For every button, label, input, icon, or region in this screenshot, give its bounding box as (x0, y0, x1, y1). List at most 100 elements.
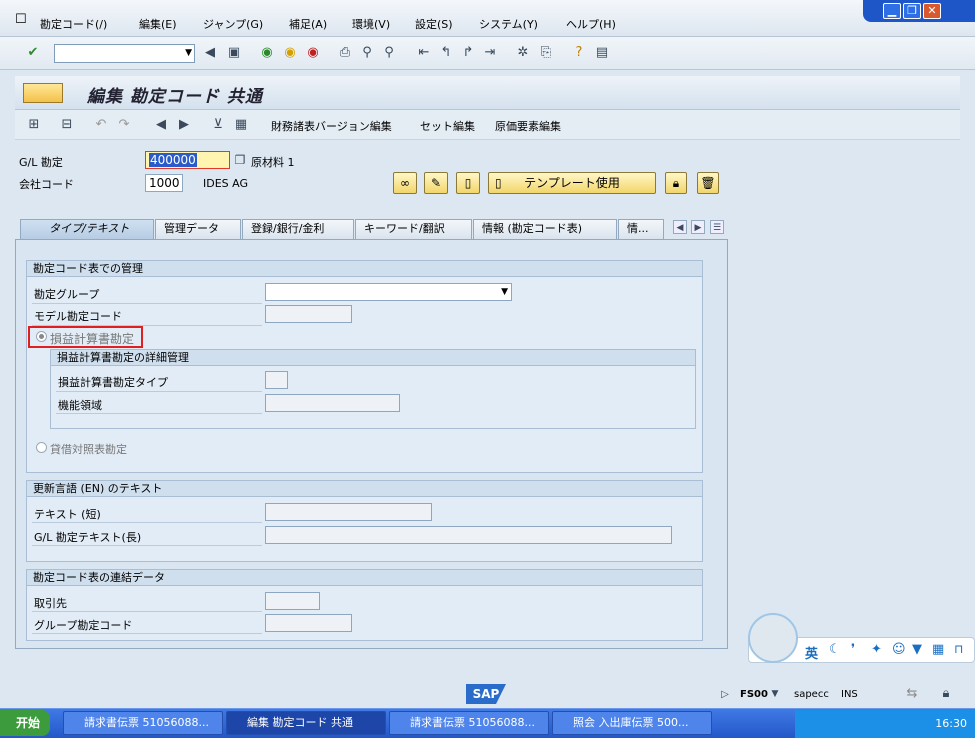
lock-icon[interactable]: ⊓ (954, 642, 963, 656)
balance-sheet-radio[interactable] (36, 442, 47, 453)
close-icon[interactable]: ✕ (923, 3, 941, 19)
status-resize-icon[interactable]: ⇆ (903, 685, 921, 703)
menu-environment[interactable]: 環境(V) (352, 16, 390, 32)
tab-more[interactable]: 情... (618, 219, 664, 239)
start-button[interactable]: 开始 (0, 710, 50, 736)
tab-list-icon[interactable]: ☰ (710, 220, 724, 234)
new-session-icon[interactable]: ✲ (514, 44, 532, 62)
next-icon[interactable]: ▶ (175, 116, 193, 134)
set-edit-button[interactable]: セット編集 (420, 118, 475, 134)
pl-statement-radio[interactable] (36, 331, 47, 342)
edit-pencil-button[interactable]: ✎ (424, 172, 448, 194)
window-menu-icon[interactable]: ☐ (15, 12, 27, 27)
save-icon[interactable]: ▣ (225, 44, 243, 62)
back-icon[interactable]: ◉ (258, 44, 276, 62)
ime-mascot-icon[interactable] (748, 613, 798, 663)
taskbar-item-invoice-2[interactable]: 請求書伝票 51056088... (389, 711, 549, 735)
print-icon[interactable]: ⎙ (336, 44, 354, 62)
restore-icon[interactable]: ❐ (903, 3, 921, 19)
smile-icon[interactable]: ☺ (892, 642, 906, 657)
taskbar-item-invoice-1[interactable]: 請求書伝票 51056088... (63, 711, 223, 735)
document-icon[interactable]: ▦ (232, 116, 250, 134)
shirt-icon[interactable]: ▼ (912, 642, 922, 657)
menu-settings[interactable]: 設定(S) (415, 16, 453, 32)
cancel-icon[interactable]: ◉ (304, 44, 322, 62)
tab-scroll-left-icon[interactable]: ◀ (673, 220, 687, 234)
template-button[interactable]: ▯ テンプレート使用 (488, 172, 656, 194)
texts-title: 更新言語 (EN) のテキスト (27, 481, 702, 497)
grid-icon[interactable]: ▦ (932, 642, 944, 657)
menu-help[interactable]: ヘルプ(H) (566, 16, 616, 32)
pl-statement-label: 損益計算書勘定 (50, 332, 135, 346)
punctuation-icon[interactable]: ❜ (851, 642, 855, 657)
tab-control-data[interactable]: 管理データ (155, 219, 241, 239)
command-field[interactable]: ▼ (54, 44, 195, 63)
create-button[interactable]: ▯ (456, 172, 480, 194)
minimize-icon[interactable]: ▁ (883, 3, 901, 19)
group-account-input[interactable] (265, 614, 352, 632)
tab-bank-interest[interactable]: 登録/銀行/金利 (242, 219, 354, 239)
long-text-input[interactable] (265, 526, 672, 544)
prev-page-icon[interactable]: ↰ (437, 44, 455, 62)
help-icon[interactable]: ? (570, 44, 588, 62)
structure-icon[interactable]: ⊟ (58, 116, 76, 134)
find-icon[interactable]: ⚲ (358, 44, 376, 62)
menu-goto[interactable]: ジャンプ(G) (203, 16, 263, 32)
delete-button[interactable]: 🗑︎ (697, 172, 719, 194)
divider (32, 633, 262, 634)
tab-information[interactable]: 情報 (勘定コード表) (473, 219, 617, 239)
taskbar-item-material-doc[interactable]: 照会 入出庫伝票 500... (552, 711, 712, 735)
layout-icon[interactable]: ▤ (593, 44, 611, 62)
menu-edit[interactable]: 編集(E) (139, 16, 177, 32)
company-code-label: 会社コード (19, 178, 74, 191)
tab-type-text[interactable]: タイプ/テキスト (20, 219, 154, 239)
chevron-down-icon[interactable]: ▼ (501, 284, 508, 300)
fs-version-edit-button[interactable]: 財務諸表バージョン編集 (271, 118, 392, 134)
exit-icon[interactable]: ◉ (281, 44, 299, 62)
last-page-icon[interactable]: ⇥ (481, 44, 499, 62)
status-lock-icon[interactable]: 🔒︎ (937, 685, 955, 703)
functional-area-label: 機能領域 (58, 399, 102, 412)
application-toolbar: ⊞ ⊟ ↶ ↷ ◀ ▶ ⊻ ▦ 財務諸表バージョン編集 セット編集 原価要素編集 (15, 110, 960, 140)
company-code-input[interactable]: 1000 (145, 174, 183, 192)
menu-system[interactable]: システム(Y) (479, 16, 538, 32)
menu-extras[interactable]: 補足(A) (289, 16, 327, 32)
chevron-down-icon[interactable]: ▼ (185, 48, 192, 58)
hierarchy-icon[interactable]: ⊞ (25, 116, 43, 134)
account-group-select[interactable]: ▼ (265, 283, 512, 301)
undo-icon[interactable]: ↶ (92, 116, 110, 134)
wrench-icon[interactable]: ✦ (871, 642, 882, 657)
moon-icon[interactable]: ☾ (829, 642, 841, 657)
copy-icon[interactable]: ❐ (231, 151, 249, 169)
trading-partner-input[interactable] (265, 592, 320, 610)
clock: 16:30 (935, 717, 967, 730)
redo-icon[interactable]: ↷ (115, 116, 133, 134)
tab-scroll-right-icon[interactable]: ▶ (691, 220, 705, 234)
collapse-icon[interactable]: ◀ (201, 44, 219, 62)
tcode-dropdown-icon[interactable]: ▼ (766, 685, 784, 703)
menu-account[interactable]: 勘定コード(/) (40, 16, 107, 32)
cost-element-edit-button[interactable]: 原価要素編集 (495, 118, 561, 134)
next-page-icon[interactable]: ↱ (459, 44, 477, 62)
functional-area-input[interactable] (265, 394, 400, 412)
lock-button[interactable]: 🔒︎ (665, 172, 687, 194)
gl-account-input[interactable]: 400000 (145, 151, 230, 169)
tab-keyword-translation[interactable]: キーワード/翻訳 (355, 219, 472, 239)
filter-icon[interactable]: ⊻ (209, 116, 227, 134)
sample-account-input[interactable] (265, 305, 352, 323)
short-text-input[interactable] (265, 503, 432, 521)
status-toggle-icon[interactable]: ▷ (716, 686, 734, 704)
shortcut-icon[interactable]: ⎘ (537, 44, 555, 62)
menu-bar: ☐ 勘定コード(/) 編集(E) ジャンプ(G) 補足(A) 環境(V) 設定(… (0, 0, 975, 37)
pl-type-input[interactable] (265, 371, 288, 389)
previous-icon[interactable]: ◀ (152, 116, 170, 134)
display-change-icon[interactable] (23, 83, 63, 103)
find-next-icon[interactable]: ⚲ (380, 44, 398, 62)
enter-check-icon[interactable]: ✔ (24, 44, 42, 62)
divider (32, 545, 262, 546)
glasses-display-button[interactable]: ∞ (393, 172, 417, 194)
taskbar-item-edit-account[interactable]: 編集 勘定コード 共通 (226, 711, 386, 735)
short-text-label: テキスト (短) (34, 508, 101, 521)
first-page-icon[interactable]: ⇤ (415, 44, 433, 62)
ime-language[interactable]: 英 (805, 643, 818, 662)
